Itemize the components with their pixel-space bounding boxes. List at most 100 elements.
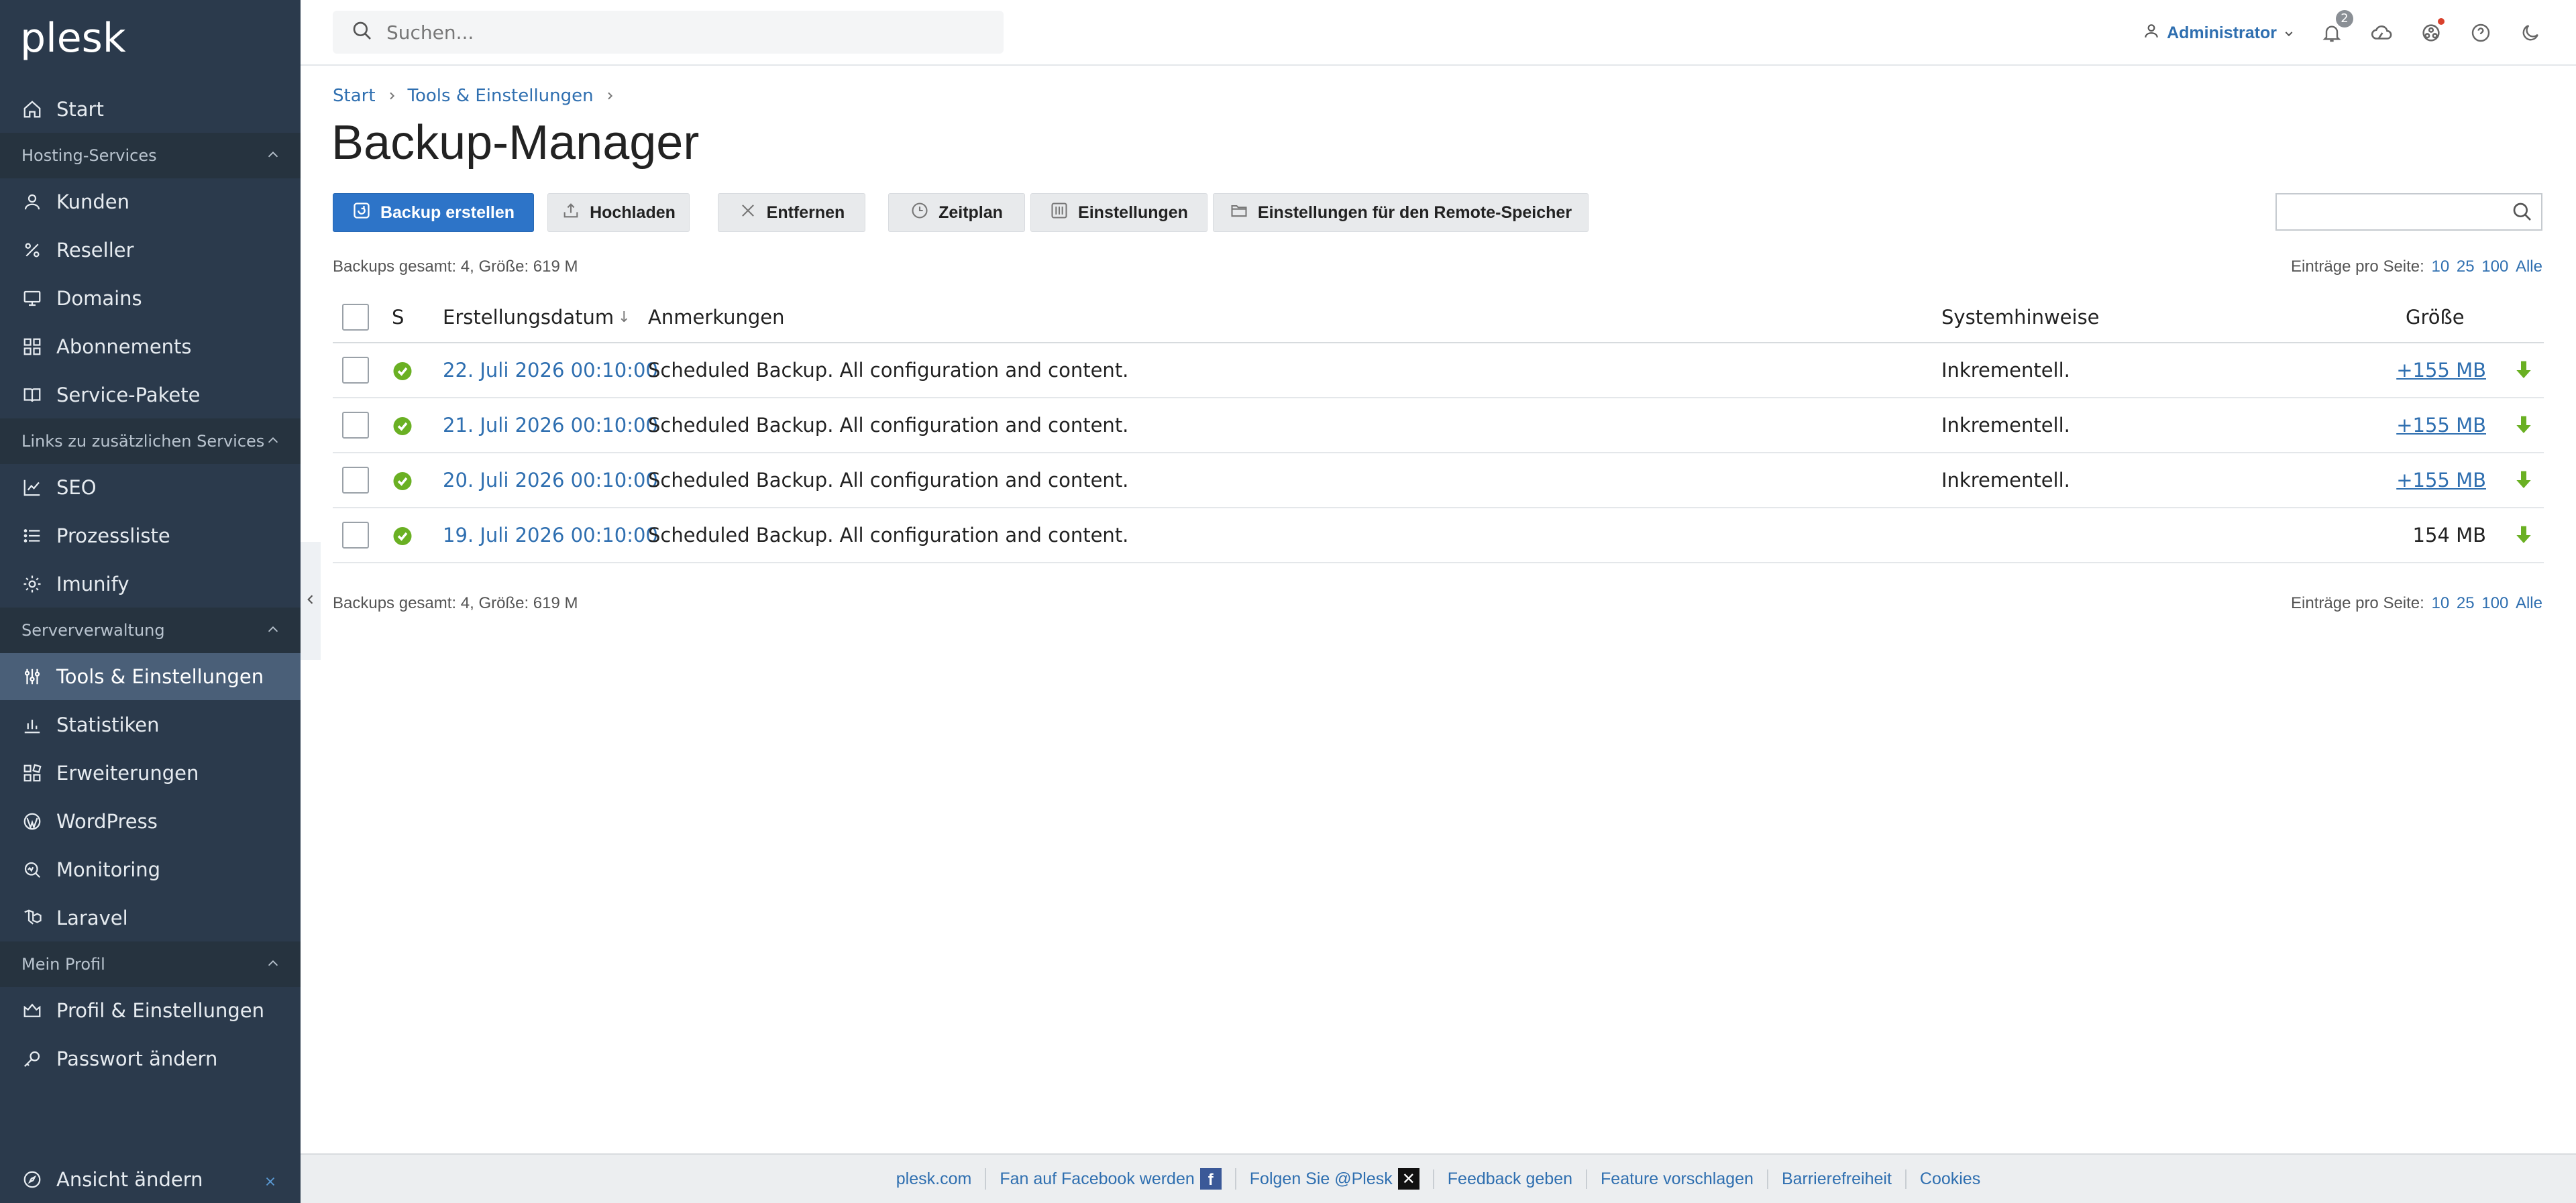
- per-page-25[interactable]: 25: [2457, 257, 2475, 276]
- cloud-icon[interactable]: [2369, 21, 2394, 45]
- sidebar-item-abonnements[interactable]: Abonnements: [0, 323, 301, 370]
- row-checkbox[interactable]: [342, 522, 369, 549]
- sidebar-item-tools-settings[interactable]: Tools & Einstellungen: [0, 653, 301, 700]
- sidebar-item-seo[interactable]: SEO: [0, 464, 301, 511]
- sidebar-item-prozessliste[interactable]: Prozessliste: [0, 512, 301, 559]
- button-label: Einstellungen für den Remote-Speicher: [1257, 203, 1572, 222]
- sidebar-item-domains[interactable]: Domains: [0, 275, 301, 322]
- sidebar-item-label: Monitoring: [56, 858, 161, 881]
- link-label: Cookies: [1919, 1169, 1981, 1188]
- dark-mode-icon[interactable]: [2518, 21, 2542, 45]
- view-change-button[interactable]: Ansicht ändern: [0, 1156, 301, 1203]
- view-change-label: Ansicht ändern: [56, 1168, 203, 1191]
- monitor-icon: [21, 288, 43, 309]
- section-label: Hosting-Services: [21, 146, 157, 165]
- download-icon[interactable]: [2513, 398, 2534, 452]
- footer-facebook-link[interactable]: Fan auf Facebook werden f: [985, 1168, 1234, 1190]
- sidebar-collapse-button[interactable]: [301, 542, 321, 660]
- footer-plesk-link[interactable]: plesk.com: [883, 1169, 985, 1189]
- per-page-100[interactable]: 100: [2481, 594, 2508, 612]
- backup-size-link[interactable]: +155 MB: [2396, 453, 2486, 507]
- alert-dot: [2438, 18, 2445, 25]
- per-page-10[interactable]: 10: [2432, 257, 2450, 276]
- sidebar-item-statistiken[interactable]: Statistiken: [0, 701, 301, 748]
- footer-x-link[interactable]: Folgen Sie @Plesk ✕: [1234, 1168, 1433, 1190]
- create-backup-button[interactable]: Backup erstellen: [333, 193, 534, 232]
- row-checkbox[interactable]: [342, 357, 369, 384]
- help-icon[interactable]: [2469, 21, 2493, 45]
- footer-cookies-link[interactable]: Cookies: [1904, 1169, 1994, 1189]
- download-icon[interactable]: [2513, 343, 2534, 397]
- search-icon[interactable]: [2512, 201, 2533, 225]
- breadcrumb-tools[interactable]: Tools & Einstellungen: [408, 86, 594, 106]
- sidebar-item-reseller[interactable]: Reseller: [0, 227, 301, 274]
- sidebar-item-label: Imunify: [56, 573, 129, 595]
- column-system[interactable]: Systemhinweise: [1941, 292, 2100, 342]
- row-checkbox[interactable]: [342, 467, 369, 494]
- backup-summary: Backups gesamt: 4, Größe: 619 M: [333, 257, 578, 276]
- backup-icon: [352, 201, 371, 225]
- column-date[interactable]: Erstellungsdatum ↓: [443, 292, 631, 342]
- column-size[interactable]: Größe: [2406, 292, 2465, 342]
- search-input[interactable]: [386, 21, 977, 44]
- sidebar-section-server[interactable]: Serververwaltung: [0, 608, 301, 653]
- sidebar-item-imunify[interactable]: Imunify: [0, 561, 301, 608]
- backup-date-link[interactable]: 20. Juli 2026 00:10:00: [443, 453, 658, 507]
- backup-size-link[interactable]: +155 MB: [2396, 343, 2486, 397]
- facebook-icon: f: [1199, 1168, 1222, 1190]
- sidebar-item-label: Erweiterungen: [56, 762, 199, 785]
- backup-size-link[interactable]: +155 MB: [2396, 398, 2486, 452]
- per-page-all[interactable]: Alle: [2516, 594, 2542, 612]
- per-page-100[interactable]: 100: [2481, 257, 2508, 276]
- remote-storage-settings-button[interactable]: Einstellungen für den Remote-Speicher: [1213, 193, 1589, 232]
- backup-date-link[interactable]: 19. Juli 2026 00:10:00: [443, 508, 658, 562]
- button-label: Entfernen: [766, 203, 845, 222]
- sidebar-item-start[interactable]: Start: [0, 86, 301, 133]
- list-search[interactable]: [2275, 193, 2542, 231]
- close-icon[interactable]: [263, 1171, 278, 1194]
- footer-feedback-link[interactable]: Feedback geben: [1432, 1169, 1586, 1189]
- notifications-icon[interactable]: 2: [2320, 10, 2353, 45]
- footer-feature-link[interactable]: Feature vorschlagen: [1586, 1169, 1767, 1189]
- sidebar-item-laravel[interactable]: Laravel: [0, 895, 301, 941]
- upload-button[interactable]: Hochladen: [547, 193, 690, 232]
- backup-notes: Scheduled Backup. All configuration and …: [648, 414, 1129, 437]
- sidebar-item-service-pakete[interactable]: Service-Pakete: [0, 371, 301, 418]
- sidebar-item-wordpress[interactable]: WordPress: [0, 798, 301, 845]
- sidebar-item-monitoring[interactable]: Monitoring: [0, 846, 301, 893]
- user-menu[interactable]: Administrator: [2143, 22, 2294, 44]
- sidebar: plesk Start Hosting-Services Kunden Rese…: [0, 0, 301, 1203]
- sidebar-section-hosting[interactable]: Hosting-Services: [0, 133, 301, 178]
- sidebar-item-password[interactable]: Passwort ändern: [0, 1035, 301, 1082]
- sidebar-item-erweiterungen[interactable]: Erweiterungen: [0, 750, 301, 797]
- download-icon[interactable]: [2513, 508, 2534, 562]
- wordpress-icon: [21, 811, 43, 832]
- community-icon[interactable]: [2419, 18, 2445, 45]
- per-page-label: Einträge pro Seite:: [2291, 257, 2424, 276]
- backup-date-link[interactable]: 22. Juli 2026 00:10:00: [443, 343, 658, 397]
- sidebar-item-kunden[interactable]: Kunden: [0, 178, 301, 225]
- backup-date-link[interactable]: 21. Juli 2026 00:10:00: [443, 398, 658, 452]
- remove-button[interactable]: Entfernen: [718, 193, 865, 232]
- select-all-checkbox[interactable]: [342, 304, 369, 331]
- row-checkbox[interactable]: [342, 412, 369, 439]
- per-page-25[interactable]: 25: [2457, 594, 2475, 612]
- sliders-icon: [21, 666, 43, 687]
- settings-button[interactable]: Einstellungen: [1030, 193, 1208, 232]
- status-ok-icon: [390, 508, 415, 562]
- global-search[interactable]: [333, 11, 1004, 54]
- download-icon[interactable]: [2513, 453, 2534, 507]
- sidebar-section-links[interactable]: Links zu zusätzlichen Services: [0, 418, 301, 464]
- link-label: Folgen Sie @Plesk: [1249, 1169, 1393, 1188]
- plesk-logo[interactable]: plesk: [20, 15, 126, 62]
- per-page-10[interactable]: 10: [2432, 594, 2450, 612]
- list-search-input[interactable]: [2282, 194, 2497, 228]
- sidebar-section-profile[interactable]: Mein Profil: [0, 941, 301, 987]
- footer-accessibility-link[interactable]: Barrierefreiheit: [1766, 1169, 1905, 1189]
- column-notes[interactable]: Anmerkungen: [648, 292, 785, 342]
- breadcrumb-start[interactable]: Start: [333, 86, 376, 106]
- schedule-button[interactable]: Zeitplan: [888, 193, 1025, 232]
- column-status[interactable]: S: [392, 292, 404, 342]
- sidebar-item-profile-settings[interactable]: Profil & Einstellungen: [0, 987, 301, 1034]
- per-page-all[interactable]: Alle: [2516, 257, 2542, 276]
